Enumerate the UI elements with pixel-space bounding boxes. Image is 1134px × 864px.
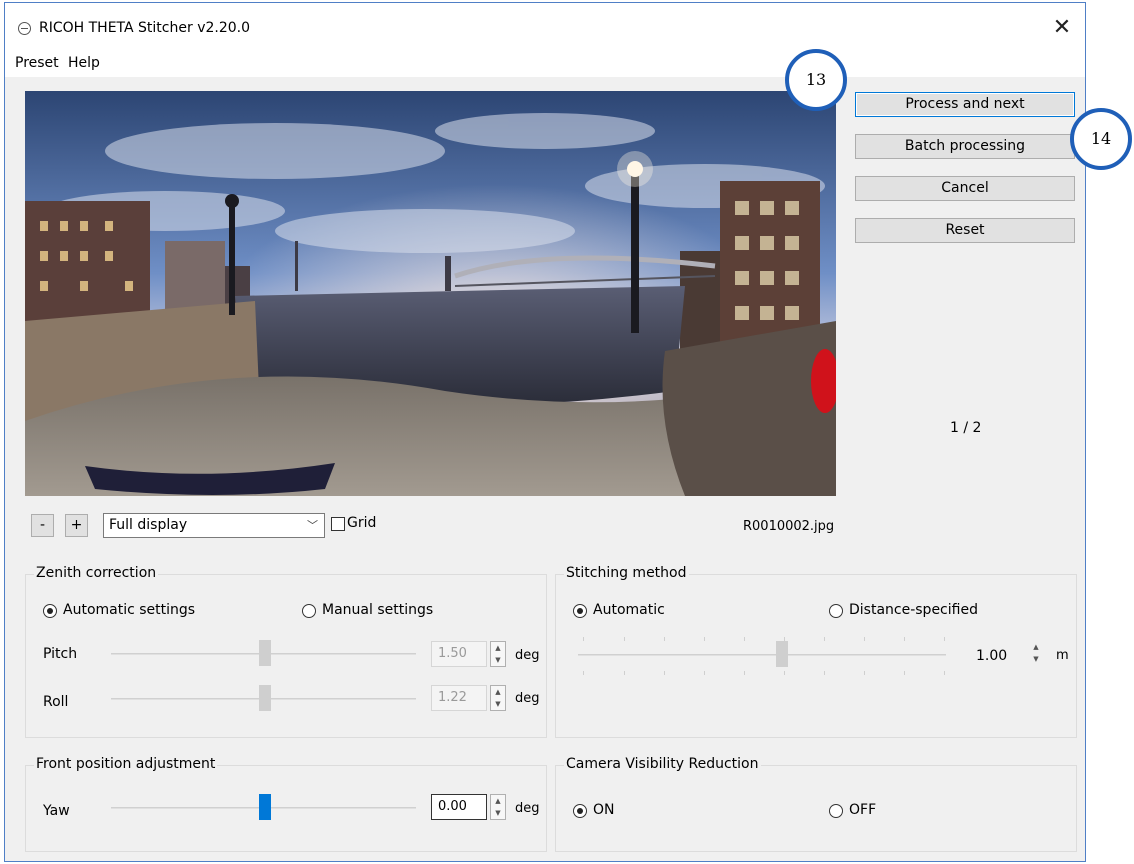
slider-tick [664, 637, 665, 641]
title-bar: RICOH THETA Stitcher v2.20.0 ✕ [5, 3, 1085, 51]
cancel-button[interactable]: Cancel [855, 176, 1075, 201]
distance-value[interactable]: 1.00 [976, 648, 1007, 664]
callout-13: 13 [785, 49, 847, 111]
zenith-correction-title: Zenith correction [34, 565, 159, 581]
slider-tick [864, 637, 865, 641]
panorama-preview[interactable] [25, 91, 836, 496]
app-icon [18, 22, 31, 35]
callout-14: 14 [1070, 108, 1132, 170]
zenith-manual-label: Manual settings [322, 602, 434, 618]
yaw-slider-thumb[interactable] [259, 794, 271, 820]
close-icon[interactable]: ✕ [1047, 13, 1077, 43]
menu-bar: Preset Help [5, 51, 1085, 77]
stitcher-window: RICOH THETA Stitcher v2.20.0 ✕ Preset He… [4, 2, 1086, 862]
distance-slider-track [578, 654, 946, 656]
slider-tick [904, 671, 905, 675]
window-title: RICOH THETA Stitcher v2.20.0 [39, 20, 251, 36]
yaw-unit: deg [515, 801, 540, 816]
distance-spinner[interactable]: ▲ ▼ [1028, 641, 1044, 667]
yaw-value-field[interactable]: 0.00 [431, 794, 487, 820]
distance-unit: m [1056, 648, 1069, 663]
slider-tick [583, 671, 584, 675]
roll-label: Roll [43, 694, 69, 710]
slider-tick [744, 671, 745, 675]
pitch-slider-thumb[interactable] [259, 640, 271, 666]
panorama-image [25, 91, 836, 496]
distance-specified-label: Distance-specified [849, 602, 978, 618]
front-position-group: Front position adjustment Yaw 0.00 ▲ ▼ de… [25, 756, 547, 852]
display-mode-value: Full display [109, 517, 188, 533]
grid-label: Grid [347, 515, 377, 531]
camera-visibility-title: Camera Visibility Reduction [564, 756, 761, 772]
camera-on-radio[interactable] [573, 804, 587, 818]
front-position-title: Front position adjustment [34, 756, 218, 772]
roll-unit: deg [515, 691, 540, 706]
camera-off-radio[interactable] [829, 804, 843, 818]
distance-specified-radio[interactable] [829, 604, 843, 618]
stitching-automatic-label: Automatic [593, 602, 665, 618]
process-and-next-button[interactable]: Process and next [855, 92, 1075, 117]
zenith-correction-group: Zenith correction Automatic settings Man… [25, 565, 547, 738]
yaw-label: Yaw [43, 803, 70, 819]
pitch-unit: deg [515, 648, 540, 663]
batch-processing-button[interactable]: Batch processing [855, 134, 1075, 159]
stitching-automatic-radio[interactable] [573, 604, 587, 618]
slider-tick [744, 637, 745, 641]
roll-slider-thumb[interactable] [259, 685, 271, 711]
zenith-automatic-label: Automatic settings [63, 602, 196, 618]
display-mode-select[interactable]: Full display ﹀ [103, 513, 325, 538]
slider-tick [824, 637, 825, 641]
chevron-down-icon: ﹀ [307, 519, 318, 532]
slider-tick [904, 637, 905, 641]
slider-tick [784, 671, 785, 675]
pitch-label: Pitch [43, 646, 78, 662]
slider-tick [864, 671, 865, 675]
grid-checkbox[interactable] [331, 517, 345, 531]
filename-label: R0010002.jpg [743, 519, 835, 534]
menu-preset[interactable]: Preset [15, 55, 59, 71]
page-indicator: 1 / 2 [950, 420, 982, 436]
pitch-spinner[interactable]: ▲ ▼ [490, 641, 506, 667]
slider-tick [824, 671, 825, 675]
slider-tick [583, 637, 584, 641]
stitching-method-title: Stitching method [564, 565, 689, 581]
zoom-out-button[interactable]: - [31, 514, 54, 537]
slider-tick [704, 671, 705, 675]
slider-tick [624, 637, 625, 641]
stitching-method-group: Stitching method Automatic Distance-spec… [555, 565, 1077, 738]
yaw-spinner[interactable]: ▲ ▼ [490, 794, 506, 820]
camera-off-label: OFF [849, 802, 877, 818]
roll-spinner[interactable]: ▲ ▼ [490, 685, 506, 711]
menu-help[interactable]: Help [68, 55, 100, 71]
pitch-value-field[interactable]: 1.50 [431, 641, 487, 667]
slider-tick [944, 637, 945, 641]
zoom-in-button[interactable]: + [65, 514, 88, 537]
distance-slider-thumb[interactable] [776, 641, 788, 667]
camera-on-label: ON [593, 802, 615, 818]
zenith-manual-radio[interactable] [302, 604, 316, 618]
roll-value-field[interactable]: 1.22 [431, 685, 487, 711]
slider-tick [704, 637, 705, 641]
zenith-automatic-radio[interactable] [43, 604, 57, 618]
camera-visibility-group: Camera Visibility Reduction ON OFF [555, 756, 1077, 852]
reset-button[interactable]: Reset [855, 218, 1075, 243]
slider-tick [664, 671, 665, 675]
slider-tick [624, 671, 625, 675]
slider-tick [944, 671, 945, 675]
